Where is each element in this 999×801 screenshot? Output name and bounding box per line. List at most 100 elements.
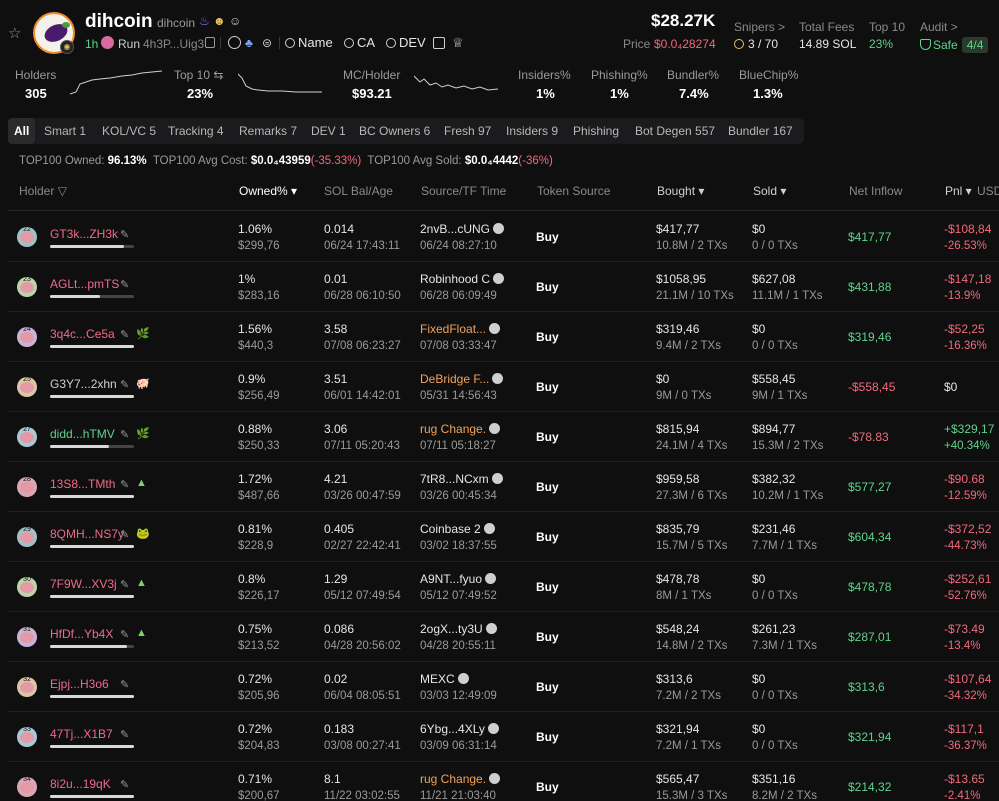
edit-remark-icon[interactable]: ✎ [120,528,129,541]
edit-remark-icon[interactable]: ✎ [120,728,129,741]
website-globe-icon[interactable] [228,36,241,49]
net-inflow: $478,78 [848,580,892,594]
top10-stat-label[interactable]: Top 10 ⇆ [174,68,223,82]
col-pnl[interactable]: Pnl ▾ [945,184,972,198]
community-icon[interactable]: ♣ [245,36,253,50]
edit-remark-icon[interactable]: ✎ [120,278,129,291]
col-net-inflow[interactable]: Net Inflow [849,184,902,198]
funding-source[interactable]: A9NT...fyuo [420,572,497,586]
holder-avatar[interactable]: 32 [17,677,37,697]
favorite-star-icon[interactable]: ☆ [8,24,21,42]
holder-address[interactable]: 3q4c...Ce5a [50,327,115,341]
funding-source[interactable]: 7tR8...NCxm [420,472,503,486]
funding-source[interactable]: rug Change. [420,422,501,436]
crown-icon[interactable]: ♕ [452,35,464,51]
edit-remark-icon[interactable]: ✎ [120,428,129,441]
holder-address[interactable]: Ejpj...H3o6 [50,677,109,691]
funding-source[interactable]: FixedFloat... [420,322,501,336]
table-row[interactable]: 29 8QMH...NS7y ✎ 🐸 0.81% $228,9 0.405 02… [8,512,999,562]
table-row[interactable]: 30 7F9W...XV3j ✎ ▲ 0.8% $226,17 1.29 05/… [8,562,999,612]
holder-avatar[interactable]: 25 [17,377,37,397]
holder-address[interactable]: G3Y7...2xhn [50,377,117,391]
tab-smart-1[interactable]: Smart 1 [38,118,92,144]
snipers-link[interactable]: Snipers > [734,20,785,34]
table-row[interactable]: 32 Ejpj...H3o6 ✎ 0.72% $205,96 0.02 06/0… [8,662,999,712]
tab-all[interactable]: All [8,118,36,144]
tab-tracking-4[interactable]: Tracking 4 [162,118,230,144]
tab-fresh-97[interactable]: Fresh 97 [438,118,497,144]
search-name-button[interactable]: Name [285,35,333,50]
col-owned[interactable]: Owned% ▾ [239,184,297,198]
holder-avatar[interactable]: 24 [17,327,37,347]
holder-avatar[interactable]: 34 [17,777,37,797]
copy-icon[interactable] [205,37,215,48]
edit-remark-icon[interactable]: ✎ [120,628,129,641]
contract-address[interactable]: 4h3P...Uig3 [143,37,204,51]
edit-remark-icon[interactable]: ✎ [120,228,129,241]
holder-address[interactable]: 7F9W...XV3j [50,577,117,591]
holder-address[interactable]: GT3k...ZH3k [50,227,118,241]
holder-address[interactable]: didd...hTMV [50,427,115,441]
filter-icon[interactable]: ▽ [58,184,67,198]
edit-remark-icon[interactable]: ✎ [120,378,129,391]
holder-avatar[interactable]: 23 [17,277,37,297]
edit-remark-icon[interactable]: ✎ [120,328,129,341]
table-row[interactable]: 27 didd...hTMV ✎ 🌿 0.88% $250,33 3.06 07… [8,412,999,462]
holder-avatar[interactable]: 33 [17,727,37,747]
col-holder[interactable]: Holder ▽ [19,184,67,198]
col-bought[interactable]: Bought ▾ [657,184,704,198]
tab-bot-degen-557[interactable]: Bot Degen 557 [629,118,721,144]
holder-avatar[interactable]: 29 [17,527,37,547]
pnl-usd: -$117,1 [944,722,984,736]
holder-avatar[interactable]: 30 [17,577,37,597]
table-row[interactable]: 34 8i2u...19qK ✎ 0.71% $200,67 8.1 11/22… [8,762,999,801]
funding-source[interactable]: MEXC [420,672,469,686]
tab-bundler-167[interactable]: Bundler 167 [722,118,799,144]
holder-address[interactable]: 8QMH...NS7y [50,527,124,541]
holder-address[interactable]: 13S8...TMth [50,477,115,491]
tab-bc-owners-6[interactable]: BC Owners 6 [353,118,436,144]
col-token-source[interactable]: Token Source [537,184,610,198]
table-row[interactable]: 22 GT3k...ZH3k ✎ 1.06% $299,76 0.014 06/… [8,212,999,262]
col-source[interactable]: Source/TF Time [421,184,506,198]
pump-icon[interactable]: ⊜ [262,36,272,50]
search-ca-button[interactable]: CA [344,35,375,50]
table-row[interactable]: 28 13S8...TMth ✎ ▲ 1.72% $487,66 4.21 03… [8,462,999,512]
edit-remark-icon[interactable]: ✎ [120,778,129,791]
col-sold[interactable]: Sold ▾ [753,184,786,198]
funding-source[interactable]: Robinhood C [420,272,505,286]
tab-kol-vc-5[interactable]: KOL/VC 5 [96,118,162,144]
funding-source[interactable]: 6Ybg...4XLy [420,722,499,736]
col-usd[interactable]: USD [977,184,999,198]
holder-address[interactable]: 47Tj...X1B7 [50,727,113,741]
table-row[interactable]: 25 G3Y7...2xhn ✎ 🐖 0.9% $256,49 3.51 06/… [8,362,999,412]
funding-source[interactable]: Coinbase 2 [420,522,495,536]
holder-address[interactable]: 8i2u...19qK [50,777,111,791]
external-link-icon[interactable] [433,37,445,49]
holder-avatar[interactable]: 28 [17,477,37,497]
tab-dev-1[interactable]: DEV 1 [305,118,352,144]
audit-status[interactable]: Safe 4/4 [920,37,989,53]
col-sol-bal[interactable]: SOL Bal/Age [324,184,393,198]
tab-phishing[interactable]: Phishing [567,118,625,144]
search-dev-button[interactable]: DEV [386,35,426,50]
holder-avatar[interactable]: 31 [17,627,37,647]
holder-avatar[interactable]: 22 [17,227,37,247]
holder-address[interactable]: AGLt...pmTS [50,277,119,291]
edit-remark-icon[interactable]: ✎ [120,578,129,591]
holder-avatar[interactable]: 27 [17,427,37,447]
funding-source[interactable]: DeBridge F... [420,372,504,386]
tab-insiders-9[interactable]: Insiders 9 [500,118,564,144]
table-row[interactable]: 24 3q4c...Ce5a ✎ 🌿 1.56% $440,3 3.58 07/… [8,312,999,362]
tab-remarks-7[interactable]: Remarks 7 [233,118,303,144]
edit-remark-icon[interactable]: ✎ [120,678,129,691]
holder-address[interactable]: HfDf...Yb4X [50,627,113,641]
table-row[interactable]: 33 47Tj...X1B7 ✎ 0.72% $204,83 0.183 03/… [8,712,999,762]
funding-source[interactable]: 2ogX...ty3U [420,622,497,636]
table-row[interactable]: 23 AGLt...pmTS ✎ 1% $283,16 0.01 06/28 0… [8,262,999,312]
funding-source[interactable]: 2nvB...cUNG [420,222,505,236]
funding-source[interactable]: rug Change. [420,772,501,786]
table-row[interactable]: 31 HfDf...Yb4X ✎ ▲ 0.75% $213,52 0.086 0… [8,612,999,662]
audit-link[interactable]: Audit > [920,20,958,34]
edit-remark-icon[interactable]: ✎ [120,478,129,491]
